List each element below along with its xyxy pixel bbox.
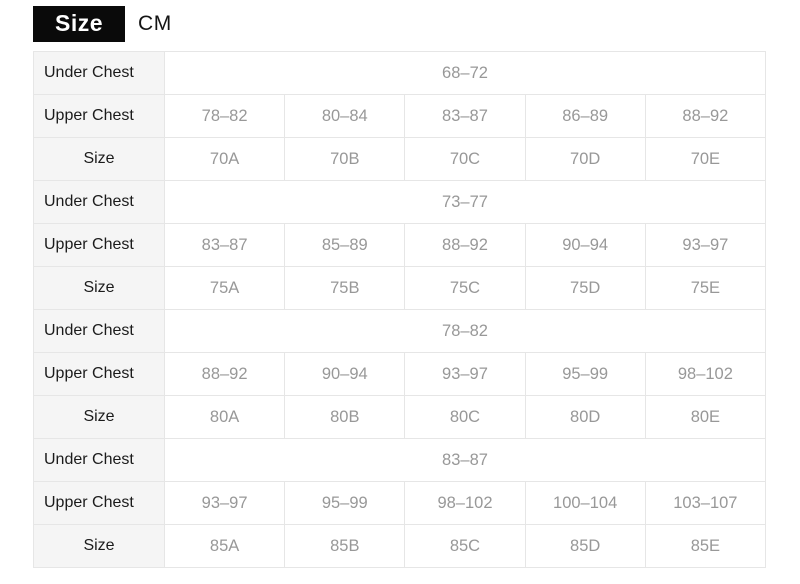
size-value: 75E (644, 266, 767, 310)
table-row: Upper Chest 83–87 85–89 88–92 90–94 93–9… (33, 223, 767, 267)
size-value: 85B (284, 524, 406, 568)
upper-chest-value: 90–94 (524, 223, 646, 267)
row-label-size: Size (33, 137, 165, 181)
table-row: Under Chest 73–77 (33, 180, 766, 224)
upper-chest-value: 95–99 (284, 481, 406, 525)
row-label-upper-chest: Upper Chest (33, 223, 165, 267)
table-row: Under Chest 78–82 (33, 309, 766, 353)
table-row: Under Chest 68–72 (33, 51, 766, 95)
size-value: 80B (284, 395, 406, 439)
size-value: 85A (163, 524, 286, 568)
row-label-upper-chest: Upper Chest (33, 94, 165, 138)
size-badge: Size (33, 6, 126, 42)
size-value: 85C (404, 524, 526, 568)
upper-chest-value: 98–102 (644, 352, 767, 396)
table-row: Under Chest 83–87 (33, 438, 766, 482)
upper-chest-value: 88–92 (404, 223, 526, 267)
chart-header: Size CM (33, 6, 172, 42)
size-value: 80C (404, 395, 526, 439)
size-value: 85E (644, 524, 767, 568)
size-value: 70D (524, 137, 646, 181)
under-chest-value: 83–87 (164, 438, 766, 482)
row-label-upper-chest: Upper Chest (33, 481, 165, 525)
upper-chest-value: 83–87 (163, 223, 286, 267)
size-value: 70E (644, 137, 767, 181)
upper-chest-value: 85–89 (284, 223, 406, 267)
row-label-size: Size (33, 524, 165, 568)
size-value: 80D (524, 395, 646, 439)
table-row: Size 75A 75B 75C 75D 75E (33, 266, 767, 310)
upper-chest-value: 90–94 (284, 352, 406, 396)
table-row: Upper Chest 93–97 95–99 98–102 100–104 1… (33, 481, 767, 525)
upper-chest-value: 98–102 (404, 481, 526, 525)
size-chart-page: Size CM Under Chest 68–72 Upper Chest 78… (0, 0, 800, 584)
table-row: Size 80A 80B 80C 80D 80E (33, 395, 767, 439)
upper-chest-value: 80–84 (284, 94, 406, 138)
upper-chest-value: 93–97 (644, 223, 767, 267)
row-label-upper-chest: Upper Chest (33, 352, 165, 396)
upper-chest-value: 78–82 (163, 94, 286, 138)
size-value: 75A (163, 266, 286, 310)
size-value: 80E (644, 395, 767, 439)
size-value: 75D (524, 266, 646, 310)
row-label-under-chest: Under Chest (33, 438, 165, 482)
row-label-under-chest: Under Chest (33, 309, 165, 353)
unit-label: CM (138, 12, 172, 35)
under-chest-value: 73–77 (164, 180, 766, 224)
size-value: 70C (404, 137, 526, 181)
under-chest-value: 68–72 (164, 51, 766, 95)
under-chest-value: 78–82 (164, 309, 766, 353)
upper-chest-value: 88–92 (644, 94, 767, 138)
row-label-size: Size (33, 266, 165, 310)
table-row: Upper Chest 88–92 90–94 93–97 95–99 98–1… (33, 352, 767, 396)
row-label-size: Size (33, 395, 165, 439)
table-row: Size 70A 70B 70C 70D 70E (33, 137, 767, 181)
row-label-under-chest: Under Chest (33, 180, 165, 224)
table-row: Size 85A 85B 85C 85D 85E (33, 524, 767, 568)
table-row: Upper Chest 78–82 80–84 83–87 86–89 88–9… (33, 94, 767, 138)
upper-chest-value: 95–99 (524, 352, 646, 396)
size-chart-table: Under Chest 68–72 Upper Chest 78–82 80–8… (33, 51, 767, 568)
size-value: 70A (163, 137, 286, 181)
size-value: 85D (524, 524, 646, 568)
upper-chest-value: 83–87 (404, 94, 526, 138)
upper-chest-value: 86–89 (524, 94, 646, 138)
size-value: 70B (284, 137, 406, 181)
size-value: 75C (404, 266, 526, 310)
upper-chest-value: 93–97 (404, 352, 526, 396)
upper-chest-value: 88–92 (163, 352, 286, 396)
upper-chest-value: 100–104 (524, 481, 646, 525)
size-value: 75B (284, 266, 406, 310)
upper-chest-value: 103–107 (644, 481, 767, 525)
row-label-under-chest: Under Chest (33, 51, 165, 95)
upper-chest-value: 93–97 (163, 481, 286, 525)
size-value: 80A (163, 395, 286, 439)
